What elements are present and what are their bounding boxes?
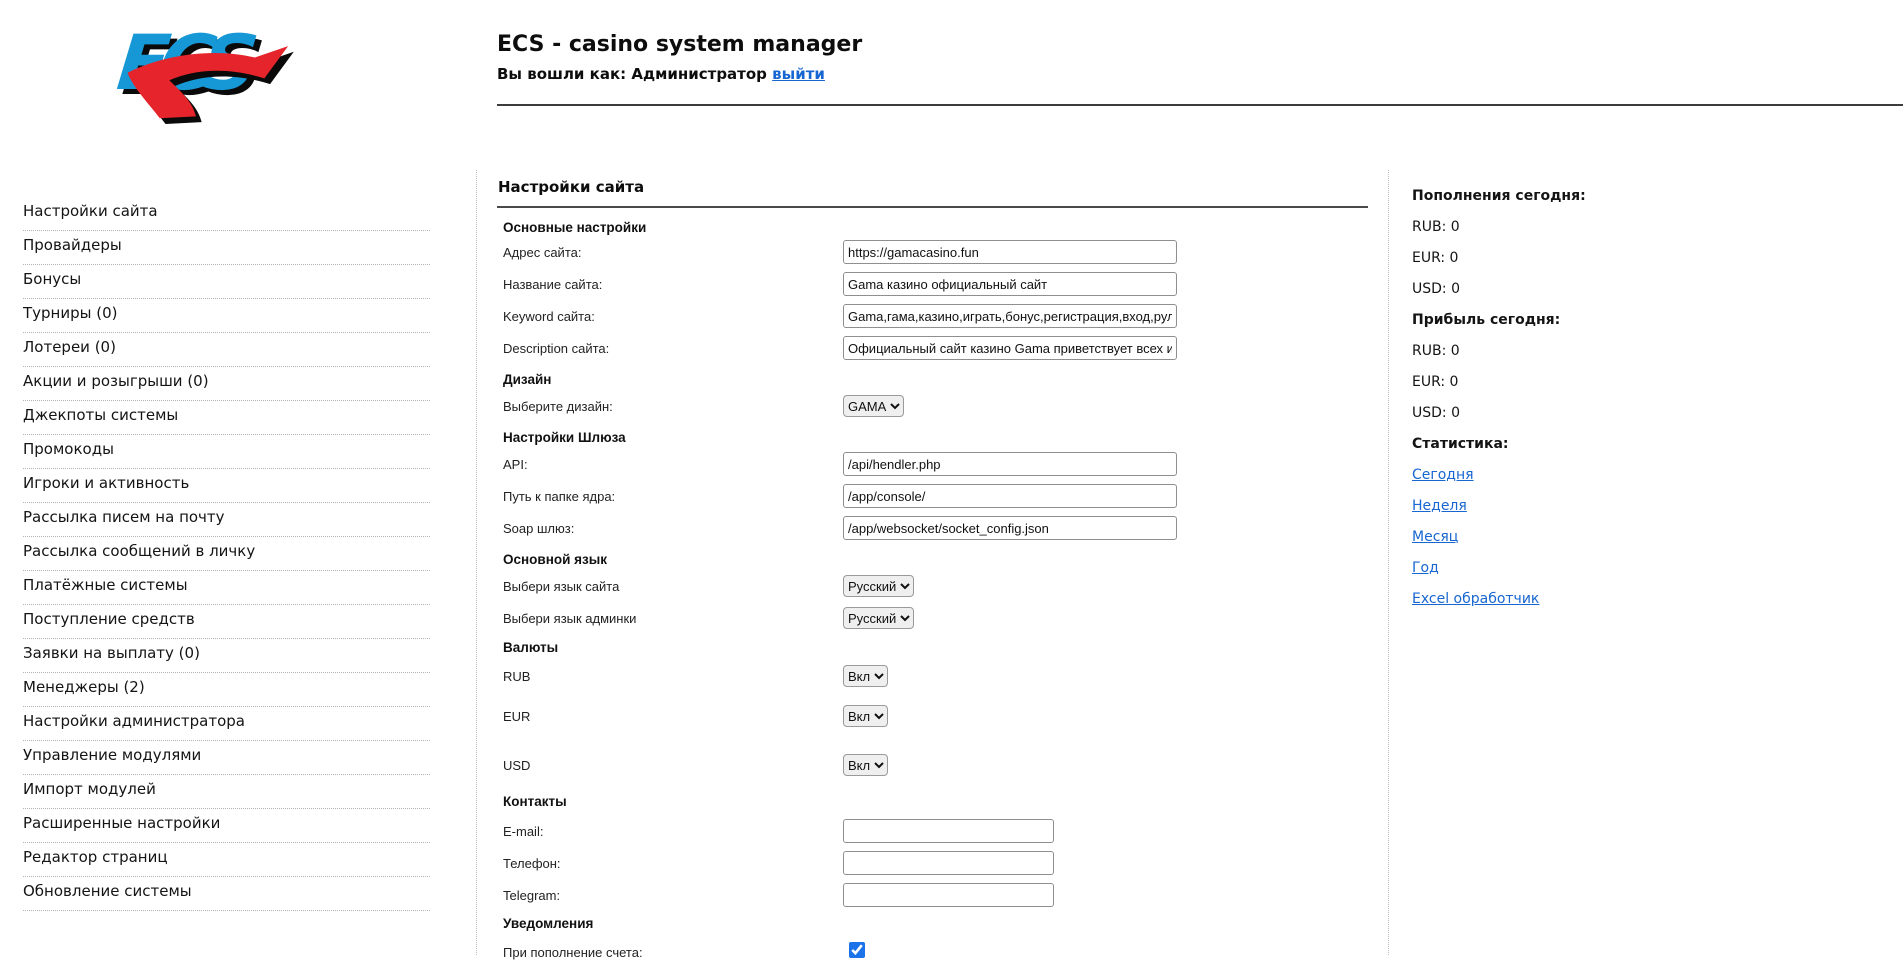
site-address-label: Адрес сайта: <box>503 245 843 260</box>
panel-title-divider <box>497 206 1368 208</box>
sidebar-item-promotions[interactable]: Акции и розыгрыши (0) <box>23 367 430 401</box>
stats-link-month[interactable]: Месяц <box>1412 529 1458 545</box>
section-design: Дизайн <box>503 372 551 387</box>
sidebar-item-jackpots[interactable]: Джекпоты системы <box>23 401 430 435</box>
design-select[interactable]: GAMA <box>843 395 904 417</box>
site-name-input[interactable] <box>843 272 1177 296</box>
stats-link-week[interactable]: Неделя <box>1412 498 1467 514</box>
sidebar-item-payout-requests[interactable]: Заявки на выплату (0) <box>23 639 430 673</box>
sidebar-item-system-update[interactable]: Обновление системы <box>23 877 430 911</box>
site-address-input[interactable] <box>843 240 1177 264</box>
profit-today-title: Прибыль сегодня: <box>1412 310 1712 341</box>
sidebar-item-bonuses[interactable]: Бонусы <box>23 265 430 299</box>
section-contacts: Контакты <box>503 794 567 809</box>
deposits-today-title: Пополнения сегодня: <box>1412 186 1712 217</box>
sidebar-item-players-activity[interactable]: Игроки и активность <box>23 469 430 503</box>
core-path-label: Путь к папке ядра: <box>503 489 843 504</box>
stats-link-today[interactable]: Сегодня <box>1412 467 1474 483</box>
admin-language-label: Выбери язык админки <box>503 611 843 626</box>
deposit-notification-label: При пополнение счета: <box>503 945 843 960</box>
email-input[interactable] <box>843 819 1054 843</box>
deposits-rub: RUB: 0 <box>1412 217 1712 248</box>
section-notifications: Уведомления <box>503 916 593 931</box>
stats-link-year[interactable]: Год <box>1412 560 1439 576</box>
logout-link[interactable]: выйти <box>772 65 825 83</box>
email-label: E-mail: <box>503 824 843 839</box>
stats-panel: Пополнения сегодня: RUB: 0 EUR: 0 USD: 0… <box>1412 186 1712 620</box>
admin-language-select[interactable]: Русский <box>843 607 914 629</box>
sidebar-item-incoming-funds[interactable]: Поступление средств <box>23 605 430 639</box>
site-name-label: Название сайта: <box>503 277 843 292</box>
ecs-logo: ECS <box>112 10 297 124</box>
statistics-title: Статистика: <box>1412 434 1712 465</box>
sidebar-item-admin-settings[interactable]: Настройки администратора <box>23 707 430 741</box>
api-label: API: <box>503 457 843 472</box>
header-divider <box>497 104 1903 106</box>
login-status: Вы вошли как: Администратор выйти <box>497 65 825 83</box>
site-keywords-label: Keyword сайта: <box>503 309 843 324</box>
right-content-divider <box>1388 170 1389 955</box>
usd-label: USD <box>503 758 843 773</box>
deposit-notification-checkbox[interactable] <box>849 942 865 958</box>
sidebar-item-managers[interactable]: Менеджеры (2) <box>23 673 430 707</box>
rub-toggle-select[interactable]: Вкл <box>843 665 888 687</box>
profit-rub: RUB: 0 <box>1412 341 1712 372</box>
login-status-text: Вы вошли как: Администратор <box>497 65 767 83</box>
section-gateway: Настройки Шлюза <box>503 430 626 445</box>
telegram-input[interactable] <box>843 883 1054 907</box>
core-path-input[interactable] <box>843 484 1177 508</box>
design-select-label: Выберите дизайн: <box>503 399 843 414</box>
sidebar-item-promocodes[interactable]: Промокоды <box>23 435 430 469</box>
telegram-label: Telegram: <box>503 888 843 903</box>
section-currencies: Валюты <box>503 640 558 655</box>
sidebar-item-tournaments[interactable]: Турниры (0) <box>23 299 430 333</box>
sidebar-item-advanced-settings[interactable]: Расширенные настройки <box>23 809 430 843</box>
profit-usd: USD: 0 <box>1412 403 1712 434</box>
deposits-usd: USD: 0 <box>1412 279 1712 310</box>
sidebar-item-site-settings[interactable]: Настройки сайта <box>23 197 430 231</box>
profit-eur: EUR: 0 <box>1412 372 1712 403</box>
sidebar-item-providers[interactable]: Провайдеры <box>23 231 430 265</box>
page-title: ECS - casino system manager <box>497 32 862 57</box>
section-basic-settings: Основные настройки <box>503 220 646 235</box>
panel-title: Настройки сайта <box>498 178 644 196</box>
site-description-label: Description сайта: <box>503 341 843 356</box>
site-language-label: Выбери язык сайта <box>503 579 843 594</box>
eur-toggle-select[interactable]: Вкл <box>843 705 888 727</box>
stats-link-excel-handler[interactable]: Excel обработчик <box>1412 591 1539 607</box>
sidebar-item-email-mailing[interactable]: Рассылка писем на почту <box>23 503 430 537</box>
left-content-divider <box>476 170 477 955</box>
sidebar-item-module-management[interactable]: Управление модулями <box>23 741 430 775</box>
sidebar-item-module-import[interactable]: Импорт модулей <box>23 775 430 809</box>
section-language: Основной язык <box>503 552 607 567</box>
site-description-input[interactable] <box>843 336 1177 360</box>
deposits-eur: EUR: 0 <box>1412 248 1712 279</box>
logo-swoosh-icon <box>112 10 297 124</box>
site-language-select[interactable]: Русский <box>843 575 914 597</box>
sidebar: Настройки сайта Провайдеры Бонусы Турнир… <box>23 197 430 911</box>
api-input[interactable] <box>843 452 1177 476</box>
site-settings-panel: Настройки сайта Основные настройки Адрес… <box>497 178 1375 955</box>
phone-input[interactable] <box>843 851 1054 875</box>
sidebar-item-payment-systems[interactable]: Платёжные системы <box>23 571 430 605</box>
sidebar-item-page-editor[interactable]: Редактор страниц <box>23 843 430 877</box>
rub-label: RUB <box>503 669 843 684</box>
soap-gateway-label: Soap шлюз: <box>503 521 843 536</box>
phone-label: Телефон: <box>503 856 843 871</box>
site-keywords-input[interactable] <box>843 304 1177 328</box>
soap-gateway-input[interactable] <box>843 516 1177 540</box>
sidebar-item-pm-mailing[interactable]: Рассылка сообщений в личку <box>23 537 430 571</box>
sidebar-item-lotteries[interactable]: Лотереи (0) <box>23 333 430 367</box>
usd-toggle-select[interactable]: Вкл <box>843 754 888 776</box>
eur-label: EUR <box>503 709 843 724</box>
